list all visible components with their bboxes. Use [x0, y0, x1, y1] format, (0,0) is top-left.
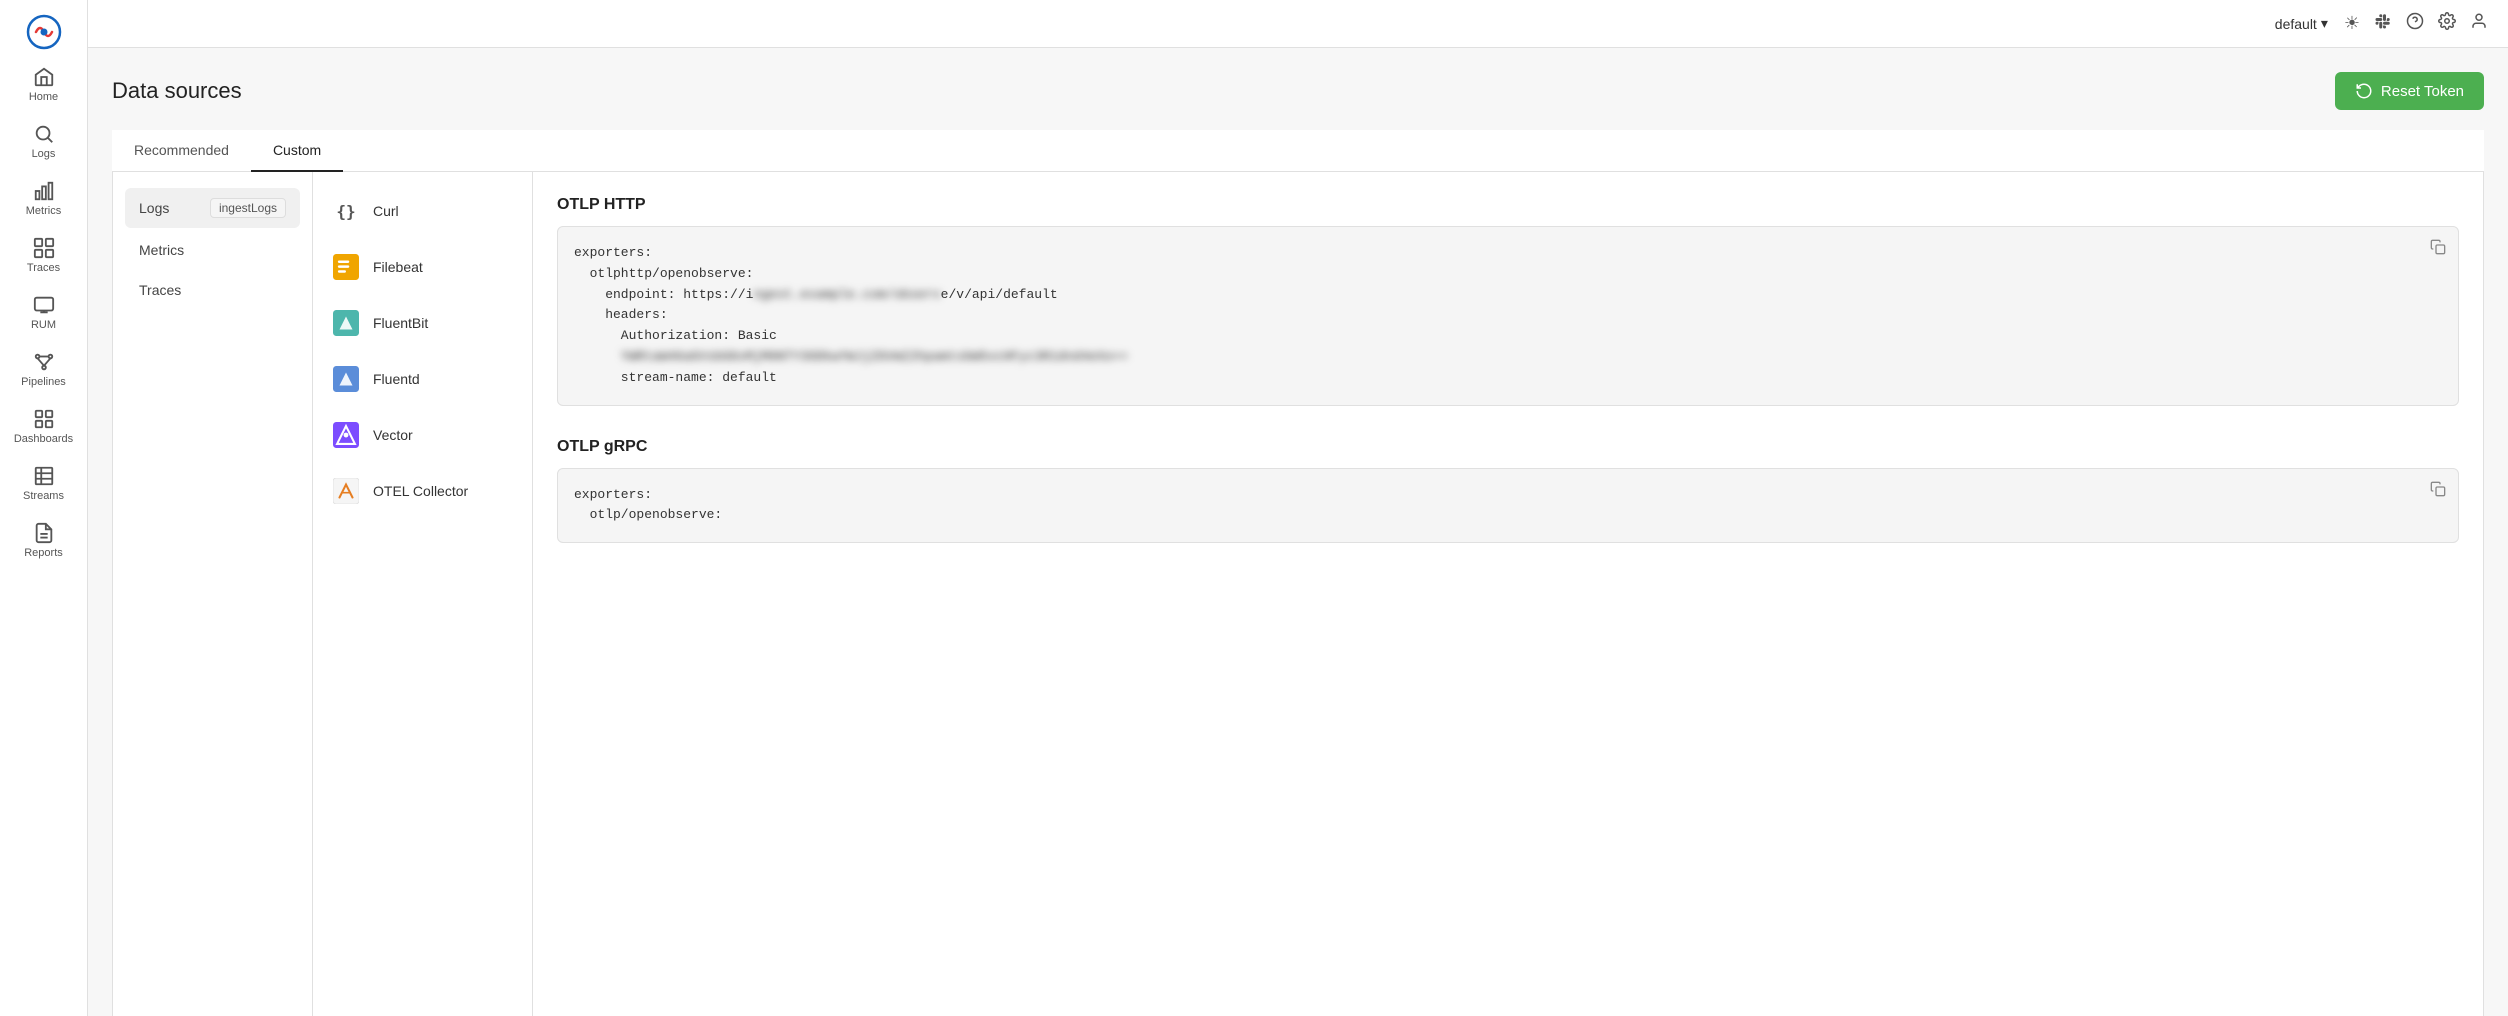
connector-vector-label: Vector — [373, 427, 413, 443]
settings-icon[interactable] — [2438, 12, 2456, 35]
category-traces-label: Traces — [139, 282, 181, 298]
topbar: default ▾ ☀ — [88, 0, 2508, 48]
otlp-grpc-code: exporters: otlp/openobserve: — [557, 468, 2459, 544]
sidebar-item-home-label: Home — [29, 91, 58, 103]
sidebar-item-logs-label: Logs — [32, 148, 56, 160]
slack-icon[interactable] — [2374, 12, 2392, 35]
otlp-grpc-code-content: exporters: otlp/openobserve: — [574, 485, 2442, 527]
org-name: default — [2275, 16, 2317, 32]
category-logs[interactable]: Logs ingestLogs — [125, 188, 300, 228]
help-icon[interactable] — [2406, 12, 2424, 35]
otel-icon — [331, 476, 361, 506]
sidebar-item-traces-label: Traces — [27, 262, 60, 274]
sidebar-item-reports-label: Reports — [24, 547, 63, 559]
sidebar-item-pipelines-label: Pipelines — [21, 376, 66, 388]
org-selector[interactable]: default ▾ — [2275, 15, 2328, 32]
sidebar: Home Logs Metrics Traces — [0, 0, 88, 1016]
otlp-http-section: OTLP HTTP exporters: otlphttp/openobserv… — [557, 196, 2459, 406]
otlp-http-code-content: exporters: otlphttp/openobserve: endpoin… — [574, 243, 2442, 389]
connector-filebeat-label: Filebeat — [373, 259, 423, 275]
connector-fluentd[interactable]: Fluentd — [321, 352, 524, 406]
page-header: Data sources Reset Token — [112, 72, 2484, 110]
org-dropdown-icon: ▾ — [2321, 15, 2328, 32]
fluentd-icon — [331, 364, 361, 394]
sidebar-item-rum-label: RUM — [31, 319, 56, 331]
sidebar-item-metrics-label: Metrics — [26, 205, 61, 217]
search-icon — [33, 123, 55, 145]
filebeat-icon — [331, 252, 361, 282]
tab-recommended[interactable]: Recommended — [112, 130, 251, 172]
otlp-http-title: OTLP HTTP — [557, 196, 2459, 214]
panel-categories: Logs ingestLogs Metrics Traces — [113, 172, 313, 1016]
copy-otlp-grpc-button[interactable] — [2426, 477, 2450, 506]
category-logs-badge: ingestLogs — [210, 198, 286, 218]
otlp-grpc-section: OTLP gRPC exporters: otlp/openobserve: — [557, 438, 2459, 544]
connector-fluentd-label: Fluentd — [373, 371, 420, 387]
logo-icon — [26, 14, 62, 50]
sidebar-item-reports[interactable]: Reports — [6, 514, 82, 567]
sidebar-item-streams-label: Streams — [23, 490, 64, 502]
category-traces[interactable]: Traces — [125, 272, 300, 308]
sidebar-item-pipelines[interactable]: Pipelines — [6, 343, 82, 396]
reset-token-button[interactable]: Reset Token — [2335, 72, 2484, 110]
rum-icon — [33, 294, 55, 316]
tab-custom[interactable]: Custom — [251, 130, 343, 172]
metrics-icon — [33, 180, 55, 202]
sidebar-item-home[interactable]: Home — [6, 58, 82, 111]
connector-filebeat[interactable]: Filebeat — [321, 240, 524, 294]
page-title: Data sources — [112, 78, 242, 104]
connector-fluentbit[interactable]: FluentBit — [321, 296, 524, 350]
reports-icon — [33, 522, 55, 544]
sidebar-item-logs[interactable]: Logs — [6, 115, 82, 168]
sidebar-item-metrics[interactable]: Metrics — [6, 172, 82, 225]
category-logs-label: Logs — [139, 200, 169, 216]
otlp-http-code: exporters: otlphttp/openobserve: endpoin… — [557, 226, 2459, 406]
pipelines-icon — [33, 351, 55, 373]
sidebar-item-traces[interactable]: Traces — [6, 229, 82, 282]
reset-icon — [2355, 82, 2373, 100]
logo[interactable] — [18, 8, 70, 56]
copy-grpc-icon — [2430, 481, 2446, 497]
dashboards-icon — [33, 408, 55, 430]
tabs-bar: Recommended Custom — [112, 130, 2484, 172]
panel-code: OTLP HTTP exporters: otlphttp/openobserv… — [533, 172, 2483, 1016]
sidebar-item-rum[interactable]: RUM — [6, 286, 82, 339]
copy-otlp-http-button[interactable] — [2426, 235, 2450, 264]
fluentbit-icon — [331, 308, 361, 338]
otlp-grpc-title: OTLP gRPC — [557, 438, 2459, 456]
vector-icon — [331, 420, 361, 450]
copy-icon — [2430, 239, 2446, 255]
connector-otel[interactable]: OTEL Collector — [321, 464, 524, 518]
topbar-icons: ☀ — [2344, 12, 2488, 35]
streams-icon — [33, 465, 55, 487]
sidebar-item-dashboards[interactable]: Dashboards — [6, 400, 82, 453]
connector-otel-label: OTEL Collector — [373, 483, 468, 499]
main-area: default ▾ ☀ Data sources — [88, 0, 2508, 1016]
curl-icon: {} — [331, 196, 361, 226]
panel-connectors: {} Curl Filebeat — [313, 172, 533, 1016]
category-metrics[interactable]: Metrics — [125, 232, 300, 268]
reset-token-label: Reset Token — [2381, 83, 2464, 100]
data-source-panels: Logs ingestLogs Metrics Traces {} Curl — [112, 172, 2484, 1016]
connector-fluentbit-label: FluentBit — [373, 315, 428, 331]
connector-curl-label: Curl — [373, 203, 399, 219]
connector-curl[interactable]: {} Curl — [321, 184, 524, 238]
page-content: Data sources Reset Token Recommended Cus… — [88, 48, 2508, 1016]
traces-icon — [33, 237, 55, 259]
category-metrics-label: Metrics — [139, 242, 184, 258]
theme-icon[interactable]: ☀ — [2344, 13, 2360, 34]
connector-vector[interactable]: Vector — [321, 408, 524, 462]
sidebar-item-dashboards-label: Dashboards — [14, 433, 73, 445]
sidebar-item-streams[interactable]: Streams — [6, 457, 82, 510]
user-icon[interactable] — [2470, 12, 2488, 35]
home-icon — [33, 66, 55, 88]
